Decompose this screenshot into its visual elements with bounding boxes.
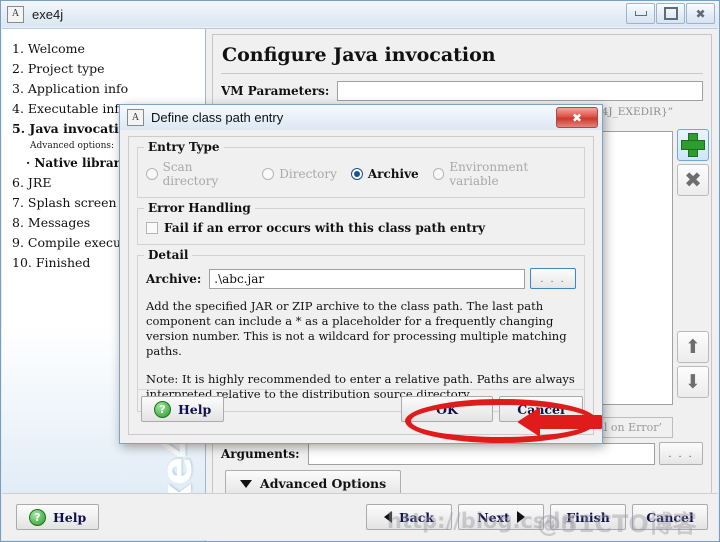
maximize-button[interactable] (656, 3, 685, 24)
radio-scan-directory-label: Scan directory (162, 160, 219, 188)
arguments-browse-button[interactable]: . . . (659, 442, 703, 465)
dialog-ok-button[interactable]: OK (401, 396, 493, 422)
sidebar-item-application-info[interactable]: 3. Application info (12, 78, 205, 98)
cancel-button-label: Cancel (646, 509, 694, 525)
dialog-help-button[interactable]: ? Help (141, 396, 225, 422)
close-icon: ✖ (571, 110, 583, 125)
arguments-label: Arguments: (221, 446, 300, 461)
archive-label: Archive: (146, 271, 202, 286)
minimize-icon (634, 11, 647, 16)
help-button[interactable]: ? Help (16, 504, 100, 530)
checkbox-icon[interactable] (146, 222, 158, 234)
help-icon: ? (29, 508, 46, 526)
window-title-bar: A exe4j ✖ (1, 1, 719, 27)
dialog-close-button[interactable]: ✖ (556, 107, 598, 128)
dialog-title: Define class path entry (151, 110, 284, 125)
radio-directory[interactable]: Directory (262, 167, 337, 181)
dialog-title-bar: A Define class path entry ✖ (120, 105, 602, 130)
cancel-button[interactable]: Cancel (632, 504, 708, 530)
vm-parameters-input[interactable] (337, 81, 703, 101)
close-icon: ✖ (695, 6, 706, 21)
finish-button-label: Finish (566, 509, 610, 525)
radio-environment-variable-label: Environment variable (449, 160, 529, 188)
fail-on-error-checkbox-row[interactable]: Fail if an error occurs with this class … (146, 221, 576, 235)
define-class-path-entry-dialog: A Define class path entry ✖ Entry Type S… (119, 104, 603, 444)
archive-row: Archive: .\abc.jar . . . (146, 268, 576, 289)
plus-icon (681, 133, 705, 157)
finish-button[interactable]: Finish (550, 504, 626, 530)
detail-legend: Detail (144, 248, 193, 262)
arguments-input[interactable] (307, 442, 655, 465)
error-handling-legend: Error Handling (144, 201, 255, 215)
remove-classpath-button[interactable]: ✖ (677, 164, 709, 196)
entry-type-group: Entry Type Scan directory Directory Arch… (137, 140, 585, 198)
next-button-label: Next (477, 509, 510, 525)
radio-selected-icon (350, 168, 363, 180)
maximize-icon (663, 7, 678, 20)
dialog-footer: ? Help OK Cancel (137, 389, 585, 426)
radio-scan-directory[interactable]: Scan directory (146, 160, 248, 188)
dialog-cancel-label: Cancel (517, 401, 565, 417)
class-path-tools: ✖ (677, 129, 709, 199)
vm-parameters-row: VM Parameters: (213, 74, 711, 101)
arrow-down-icon: ⬇ (685, 370, 701, 393)
sidebar-item-welcome[interactable]: 1. Welcome (12, 38, 205, 58)
wizard-footer-bar: ? Help Back Next Finish Cancel (2, 493, 718, 540)
dialog-cancel-button[interactable]: Cancel (499, 396, 583, 422)
back-button-label: Back (399, 509, 434, 525)
arrow-right-icon (516, 511, 525, 523)
add-classpath-button[interactable] (677, 129, 709, 161)
radio-icon (146, 168, 158, 180)
move-up-button[interactable]: ⬆ (677, 331, 709, 363)
chevron-down-icon (240, 479, 252, 488)
fail-on-error-checkbox-label: Fail if an error occurs with this class … (164, 221, 486, 235)
radio-icon (262, 168, 275, 180)
dialog-body: Entry Type Scan directory Directory Arch… (128, 136, 594, 435)
radio-environment-variable[interactable]: Environment variable (432, 160, 576, 188)
move-down-button[interactable]: ⬇ (677, 366, 709, 398)
archive-browse-button[interactable]: . . . (530, 268, 576, 289)
arrow-up-icon: ⬆ (685, 335, 701, 358)
exe4j-application-window: A exe4j ✖ 1. Welcome 2. Project type 3. … (0, 0, 720, 542)
radio-archive[interactable]: Archive (350, 167, 419, 181)
error-handling-group: Error Handling Fail if an error occurs w… (137, 201, 585, 245)
dialog-app-icon: A (127, 109, 144, 126)
window-title: exe4j (32, 6, 64, 22)
detail-description-paragraph-1: Add the specified JAR or ZIP archive to … (146, 299, 567, 358)
class-path-order-tools: ⬆ ⬇ (677, 331, 709, 401)
wizard-nav-buttons: Back Next Finish Cancel (366, 504, 708, 530)
help-icon: ? (154, 400, 171, 418)
x-icon: ✖ (684, 167, 702, 192)
arrow-left-icon (384, 511, 393, 523)
advanced-options-label: Advanced Options (260, 476, 387, 491)
dialog-ok-label: OK (436, 401, 458, 417)
entry-type-legend: Entry Type (144, 140, 224, 154)
detail-description: Add the specified JAR or ZIP archive to … (146, 299, 576, 402)
close-button[interactable]: ✖ (686, 3, 715, 24)
window-controls: ✖ (626, 3, 715, 24)
dialog-help-label: Help (178, 401, 212, 417)
help-button-label: Help (53, 509, 87, 525)
radio-archive-label: Archive (367, 167, 419, 181)
entry-type-radio-group: Scan directory Directory Archive Environ… (146, 160, 576, 188)
radio-icon (432, 168, 445, 180)
vm-parameters-label: VM Parameters: (221, 84, 330, 98)
back-button[interactable]: Back (366, 504, 452, 530)
page-title: Configure Java invocation (222, 44, 496, 66)
app-icon: A (7, 5, 24, 23)
radio-directory-label: Directory (279, 167, 337, 181)
sidebar-item-project-type[interactable]: 2. Project type (12, 58, 205, 78)
arguments-row: Arguments: . . . (221, 442, 703, 465)
minimize-button[interactable] (626, 3, 655, 24)
archive-input[interactable]: .\abc.jar (209, 268, 525, 289)
next-button[interactable]: Next (458, 504, 544, 530)
